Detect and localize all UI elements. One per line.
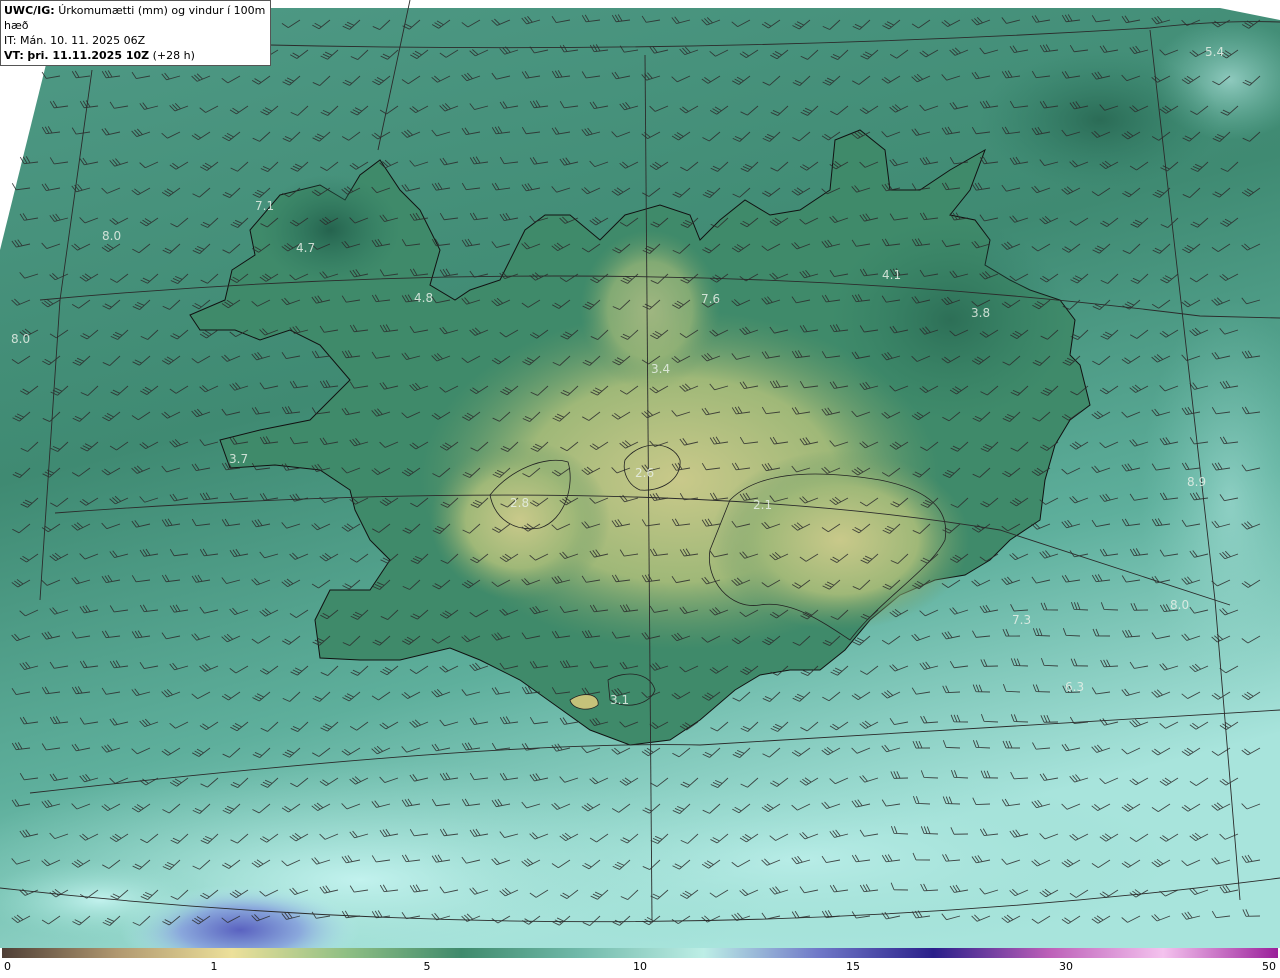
colorbar-tick: 5 <box>423 960 431 973</box>
value-label: 6.3 <box>1065 680 1084 694</box>
colorbar-strip <box>2 948 1278 958</box>
value-label: 8.0 <box>102 229 121 243</box>
value-label: 3.8 <box>971 306 990 320</box>
product-label: UWC/IG: <box>4 4 55 17</box>
colorbar-tick: 30 <box>1059 960 1073 973</box>
lead-time: (+28 h) <box>152 49 195 62</box>
value-label: 4.7 <box>296 241 315 255</box>
value-label: 4.1 <box>882 268 901 282</box>
weather-map: 5.4 7.1 8.0 4.7 4.8 8.0 4.1 7.6 3.8 3.4 … <box>0 0 1280 948</box>
value-label: 2.1 <box>753 498 772 512</box>
langjokull-area <box>430 440 610 600</box>
value-label: 8.0 <box>1170 598 1189 612</box>
init-time: IT: Mán. 10. 11. 2025 06Z <box>4 34 146 47</box>
colorbar-tick: 50 <box>1262 960 1276 973</box>
value-label: 7.1 <box>255 199 274 213</box>
value-label: 8.0 <box>11 332 30 346</box>
colorbar-tick: 15 <box>846 960 860 973</box>
dark-sea-area-ne <box>980 50 1220 190</box>
map-header: UWC/IG: Úrkomumætti (mm) og vindur í 100… <box>0 0 271 66</box>
valid-line: VT: þri. 11.11.2025 10Z (+28 h) <box>4 48 266 63</box>
colorbar: 0 1 5 10 15 30 50 <box>0 948 1280 978</box>
colorbar-tick: 1 <box>210 960 218 973</box>
map-canvas: 5.4 7.1 8.0 4.7 4.8 8.0 4.1 7.6 3.8 3.4 … <box>0 0 1280 948</box>
north-highland-area <box>580 230 720 390</box>
value-label: 2.6 <box>635 466 654 480</box>
valid-time: þri. 11.11.2025 10Z <box>27 49 150 62</box>
value-label: 3.4 <box>651 362 670 376</box>
east-dark-area <box>830 220 1070 420</box>
value-label: 4.8 <box>414 291 433 305</box>
vatnajokull-area <box>710 450 970 630</box>
value-label: 8.9 <box>1187 475 1206 489</box>
value-label: 5.4 <box>1205 45 1224 59</box>
valid-label: VT: <box>4 49 24 62</box>
value-label: 2.8 <box>510 496 529 510</box>
value-label: 3.7 <box>229 452 248 466</box>
value-label: 3.1 <box>610 693 629 707</box>
colorbar-tick: 10 <box>633 960 647 973</box>
value-label: 7.3 <box>1012 613 1031 627</box>
colorbar-tick: 0 <box>4 960 11 973</box>
product-line: UWC/IG: Úrkomumætti (mm) og vindur í 100… <box>4 3 266 33</box>
value-label: 7.6 <box>701 292 720 306</box>
